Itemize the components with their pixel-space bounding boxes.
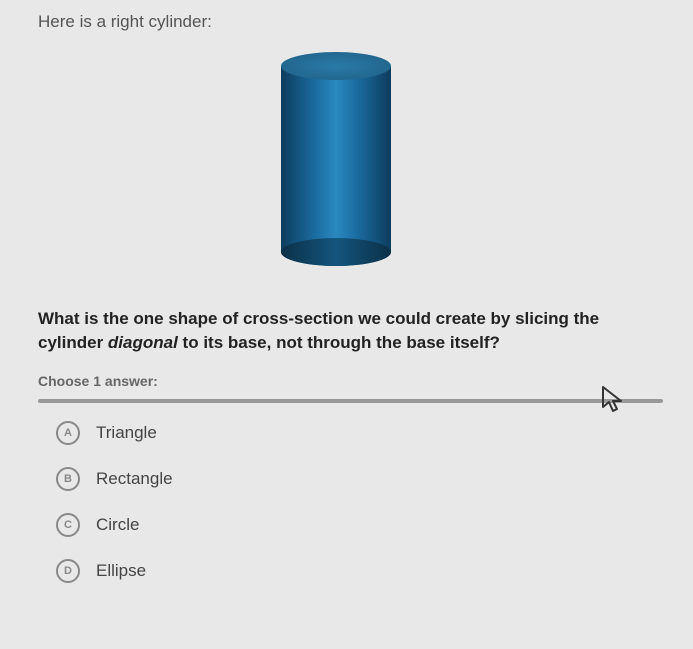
radio-letter: C bbox=[64, 519, 72, 531]
choose-instruction: Choose 1 answer: bbox=[38, 373, 663, 389]
question-part-after: to its base, not through the base itself… bbox=[178, 333, 500, 352]
radio-letter: B bbox=[64, 473, 72, 485]
radio-c[interactable]: C bbox=[56, 513, 80, 537]
cylinder-figure bbox=[38, 52, 663, 277]
option-label: Circle bbox=[96, 515, 139, 535]
option-circle[interactable]: C Circle bbox=[56, 513, 663, 537]
radio-letter: A bbox=[64, 427, 72, 439]
option-label: Rectangle bbox=[96, 469, 173, 489]
option-rectangle[interactable]: B Rectangle bbox=[56, 467, 663, 491]
option-ellipse[interactable]: D Ellipse bbox=[56, 559, 663, 583]
option-triangle[interactable]: A Triangle bbox=[56, 421, 663, 445]
option-label: Triangle bbox=[96, 423, 157, 443]
radio-d[interactable]: D bbox=[56, 559, 80, 583]
option-label: Ellipse bbox=[96, 561, 146, 581]
radio-letter: D bbox=[64, 565, 72, 577]
question-emphasis: diagonal bbox=[108, 333, 178, 352]
radio-b[interactable]: B bbox=[56, 467, 80, 491]
radio-a[interactable]: A bbox=[56, 421, 80, 445]
options-list: A Triangle B Rectangle C Circle D Ellips… bbox=[38, 421, 663, 583]
question-text: What is the one shape of cross-section w… bbox=[38, 307, 663, 355]
cursor-icon bbox=[601, 385, 625, 413]
divider-line bbox=[38, 399, 663, 403]
cylinder-shape bbox=[281, 52, 391, 277]
intro-text: Here is a right cylinder: bbox=[38, 12, 663, 32]
